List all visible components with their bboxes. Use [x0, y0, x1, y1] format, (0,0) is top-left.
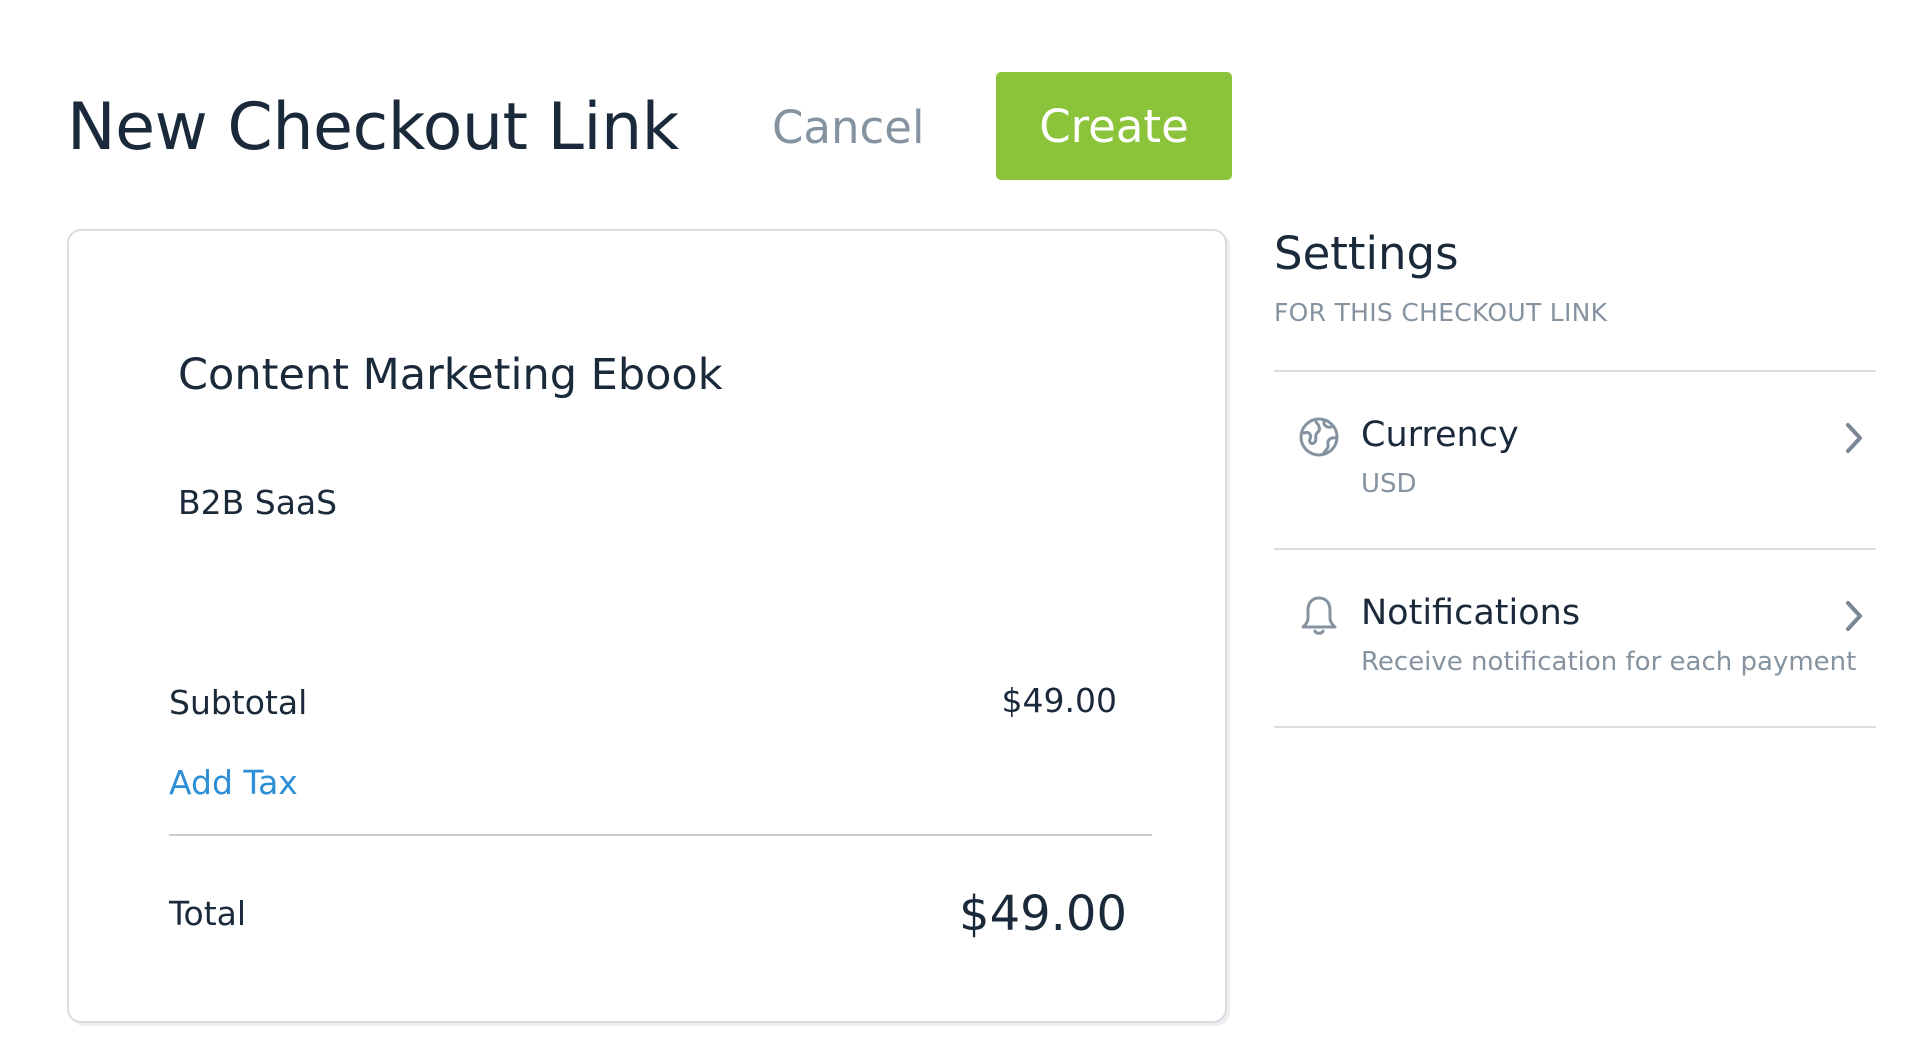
total-label: Total	[169, 894, 247, 933]
product-description[interactable]: B2B SaaS	[178, 481, 337, 525]
cancel-button[interactable]: Cancel	[760, 96, 936, 160]
settings-item-value: Receive notification for each payment	[1361, 647, 1857, 677]
settings-panel: Settings FOR THIS CHECKOUT LINK Currency…	[1274, 224, 1876, 728]
summary-divider	[169, 834, 1152, 836]
bell-icon	[1298, 594, 1340, 636]
settings-subtitle: FOR THIS CHECKOUT LINK	[1274, 298, 1608, 327]
total-value: $49.00	[959, 886, 1127, 942]
checkout-preview-card: Content Marketing Ebook B2B SaaS Subtota…	[67, 229, 1227, 1023]
product-name[interactable]: Content Marketing Ebook	[178, 347, 723, 403]
checkout-link-page: New Checkout Link Cancel Create Content …	[0, 0, 1906, 1058]
create-button[interactable]: Create	[996, 72, 1232, 180]
settings-item-value: USD	[1361, 469, 1417, 499]
settings-title: Settings	[1274, 227, 1459, 280]
settings-item-currency[interactable]: Currency USD	[1274, 372, 1876, 550]
settings-item-label: Currency	[1361, 415, 1519, 455]
globe-icon	[1298, 416, 1340, 458]
chevron-right-icon	[1840, 420, 1868, 456]
settings-item-label: Notifications	[1361, 593, 1581, 633]
settings-item-notifications[interactable]: Notifications Receive notification for e…	[1274, 550, 1876, 728]
settings-list: Currency USD Notifications Receive notif…	[1274, 370, 1876, 728]
subtotal-value: $49.00	[1001, 681, 1117, 720]
add-tax-link[interactable]: Add Tax	[169, 761, 298, 805]
subtotal-label: Subtotal	[169, 683, 308, 722]
chevron-right-icon	[1840, 598, 1868, 634]
page-title: New Checkout Link	[67, 90, 679, 165]
